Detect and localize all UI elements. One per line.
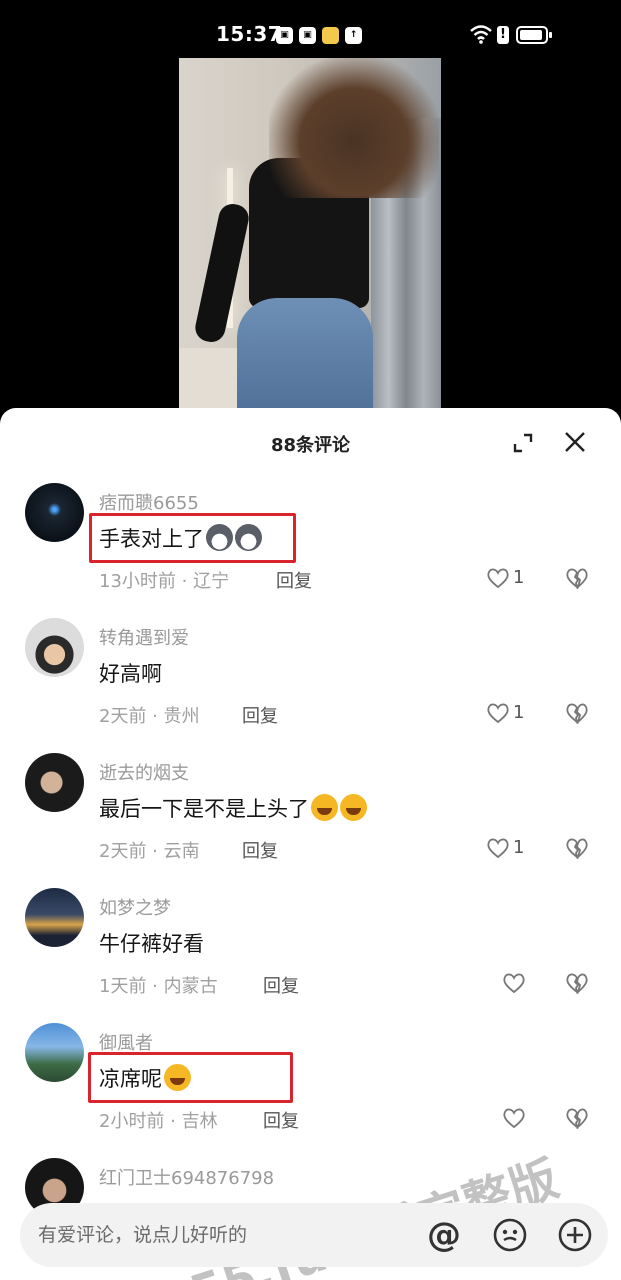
huawei-app-icon: ▣ [276,27,293,44]
comment-username[interactable]: 红门卫士694876798 [99,1164,274,1190]
heart-icon[interactable] [486,837,510,859]
add-icon[interactable] [557,1217,593,1253]
comment-meta: 2天前 · 贵州 [99,706,200,727]
comment-item: 如梦之梦 牛仔裤好看 1天前 · 内蒙古 回复 [0,888,621,1023]
avatar[interactable] [25,483,84,542]
comment-username[interactable]: 转角遇到爱 [99,624,189,650]
broken-heart-icon[interactable] [565,702,589,724]
comment-item: 逝去的烟支 最后一下是不是上头了 2天前 · 云南 回复 1 [0,753,621,888]
broken-heart-icon[interactable] [565,972,589,994]
highlight-box [88,1052,293,1103]
mention-icon[interactable]: @ [426,1217,462,1253]
alert-icon: ! [497,26,509,44]
comment-meta: 13小时前 · 辽宁 [99,571,230,592]
close-icon[interactable] [563,430,587,454]
reply-button[interactable]: 回复 [263,1107,299,1133]
comment-item: 转角遇到爱 好高啊 2天前 · 贵州 回复 1 [0,618,621,753]
notes-icon [322,27,339,44]
emoji-icon[interactable] [492,1217,528,1253]
like-count: 1 [513,702,525,723]
heart-icon[interactable] [502,1107,526,1129]
comment-input-bar: @ [20,1203,608,1267]
comment-username[interactable]: 逝去的烟支 [99,759,189,785]
video-player[interactable] [0,58,621,418]
heart-icon[interactable] [502,972,526,994]
broken-heart-icon[interactable] [565,837,589,859]
reply-button[interactable]: 回复 [242,702,278,728]
laughing-emoji-icon [340,794,367,821]
avatar[interactable] [25,753,84,812]
comment-text: 最后一下是不是上头了 [99,793,367,823]
comment-username[interactable]: 如梦之梦 [99,894,171,920]
reply-button[interactable]: 回复 [276,567,312,593]
huawei-app-icon: ▣ [299,27,316,44]
comment-meta: 1天前 · 内蒙古 [99,976,218,997]
avatar[interactable] [25,888,84,947]
reply-button[interactable]: 回复 [242,837,278,863]
wifi-icon [470,25,492,44]
comment-username[interactable]: 痞而聩6655 [99,489,199,515]
heart-icon[interactable] [486,567,510,589]
expand-icon[interactable] [512,432,534,454]
video-frame[interactable] [179,58,441,418]
status-bar: 15:37 ▣ ▣ ↑ ! [0,0,621,58]
avatar[interactable] [25,1023,84,1082]
comment-text: 好高啊 [99,662,162,686]
comment-input[interactable] [38,1203,418,1267]
comment-meta: 2天前 · 云南 [99,841,200,862]
comment-meta: 2小时前 · 吉林 [99,1111,218,1132]
comment-text: 牛仔裤好看 [99,932,204,956]
broken-heart-icon[interactable] [565,567,589,589]
broken-heart-icon[interactable] [565,1107,589,1129]
avatar[interactable] [25,618,84,677]
reply-button[interactable]: 回复 [263,972,299,998]
comments-sheet: 88条评论 痞而聩6655 手表对上了 13小时前 · 辽宁 回复 1 转角遇到… [0,408,621,1280]
like-count: 1 [513,837,525,858]
heart-icon[interactable] [486,702,510,724]
laughing-emoji-icon [311,794,338,821]
battery-icon [516,26,552,44]
status-time: 15:37 [216,22,283,46]
like-count: 1 [513,567,525,588]
highlight-box [89,513,296,563]
upload-icon: ↑ [345,27,362,44]
